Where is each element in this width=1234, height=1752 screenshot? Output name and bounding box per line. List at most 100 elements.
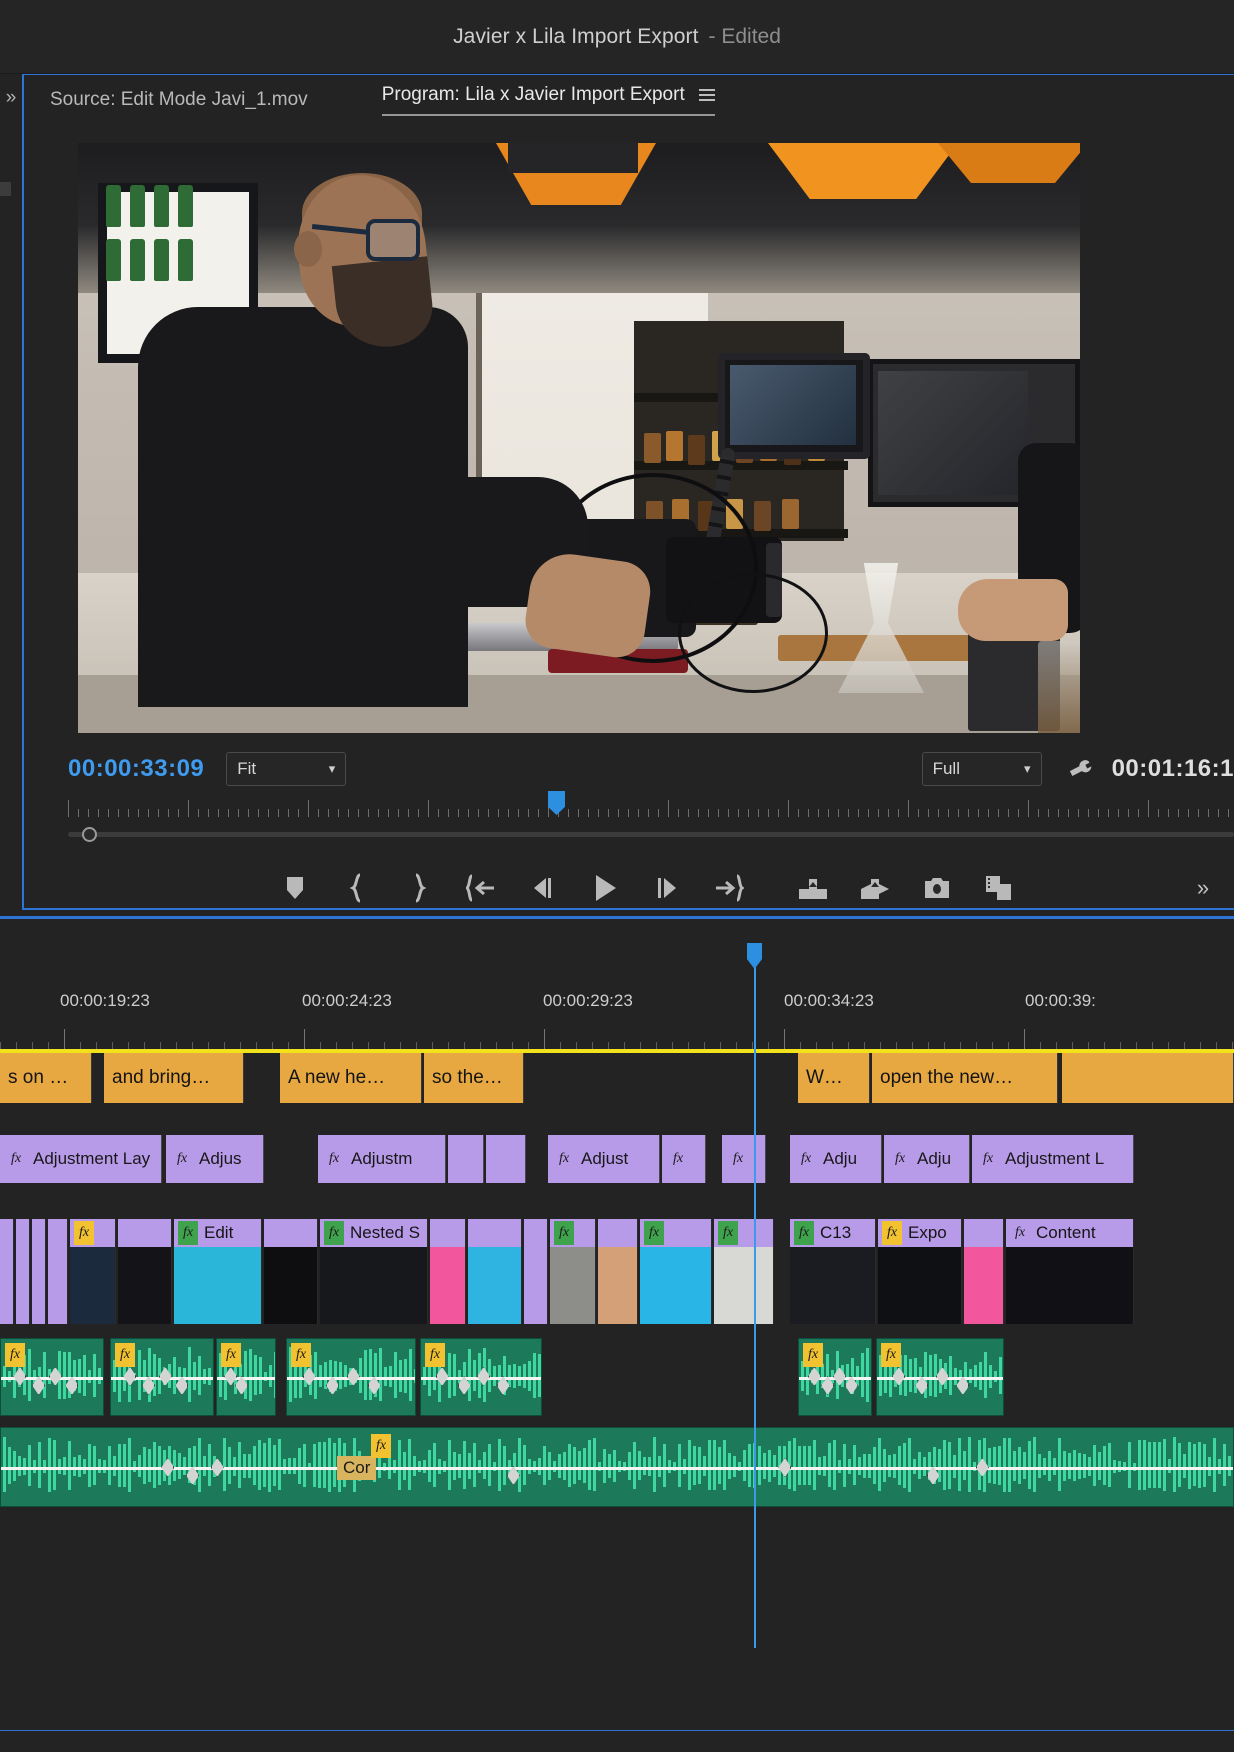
video-clip-header [598,1219,637,1247]
caption-clip-label: so the… [432,1067,503,1088]
adjustment-layer-clip[interactable]: fx Adju [884,1135,970,1183]
zoom-handle[interactable] [82,827,97,842]
program-video-frame[interactable] [78,143,1080,733]
video-clip-header: fx Expo [878,1219,961,1247]
wrench-icon[interactable] [1066,755,1094,783]
music-track[interactable]: Cor fx [0,1427,1234,1507]
video-clip[interactable] [598,1219,638,1324]
playback-resolution-select[interactable]: Full ▾ [921,752,1042,786]
mark-in-button[interactable] [326,865,388,911]
audio-clip[interactable]: fx [110,1338,214,1416]
video-clip[interactable] [48,1219,68,1324]
tab-program[interactable]: Program: Lila x Javier Import Export [381,84,715,116]
go-to-out-button[interactable] [698,865,760,911]
mark-out-button[interactable] [388,865,450,911]
audio-clip[interactable]: fx [876,1338,1004,1416]
hamburger-icon[interactable] [698,86,715,104]
adjustment-layer-clip[interactable]: fx Adjustment L [972,1135,1134,1183]
fx-badge-icon: fx [5,1343,25,1367]
video-clip[interactable]: fx [714,1219,774,1324]
step-back-button[interactable] [512,865,574,911]
music-clip[interactable]: Cor fx [0,1427,1234,1507]
video-clip[interactable]: fx Content [1006,1219,1134,1324]
video-clip[interactable] [16,1219,30,1324]
add-marker-button[interactable] [264,865,326,911]
caption-track[interactable]: s on … and bring… A new he… so the… W… open t… [0,1049,1234,1103]
video-clip-thumbnail [1006,1247,1133,1324]
lift-button[interactable] [782,865,844,911]
video-track[interactable]: fx fx Edit fx Nested Sfx fx fx fx C13 fx Expo fx Con… [0,1219,1234,1324]
video-clip[interactable]: fx Nested S [320,1219,428,1324]
adjustment-layer-clip[interactable]: fx [722,1135,766,1183]
audio-track[interactable]: fx fx fx fx fx fx fx [0,1338,1234,1416]
caption-clip[interactable]: W… [798,1053,870,1103]
video-clip[interactable] [32,1219,46,1324]
video-clip-label: Content [1036,1223,1096,1242]
tab-source[interactable]: Source: Edit Mode Javi_1.mov [50,89,308,111]
adjustment-clip-label: Adju [823,1149,858,1168]
audio-clip[interactable]: fx [0,1338,104,1416]
adjustment-layer-clip[interactable]: fx Adjustment Lay [0,1135,162,1183]
video-clip[interactable]: fx Edit [174,1219,262,1324]
chevron-double-right-icon[interactable]: » [0,88,22,107]
video-clip[interactable] [118,1219,172,1324]
video-clip[interactable]: fx [550,1219,596,1324]
export-frame-button[interactable] [906,865,968,911]
video-clip[interactable] [264,1219,318,1324]
video-clip[interactable] [964,1219,1004,1324]
video-clip-thumbnail [714,1247,773,1324]
caption-clip[interactable]: open the new… [872,1053,1058,1103]
duration-timecode[interactable]: 00:01:16:1 [1112,755,1234,783]
current-timecode[interactable]: 00:00:33:09 [68,755,204,783]
video-clip[interactable]: fx C13 [790,1219,876,1324]
adjustment-layer-clip[interactable]: fx Adjustm [318,1135,446,1183]
audio-level-line[interactable] [1,1467,1233,1470]
play-stop-button[interactable] [574,865,636,911]
adjustment-clip-label: Adjus [199,1149,242,1168]
transport-overflow-button[interactable]: » [1172,865,1234,911]
video-clip[interactable]: fx [640,1219,712,1324]
adjustment-layer-track[interactable]: fx Adjustment Lay fx Adjus fx Adjustm fx Adjust… [0,1135,1234,1183]
caption-clip[interactable]: and bring… [104,1053,244,1103]
fx-badge-icon: fx [796,1147,816,1171]
video-clip-thumbnail [70,1247,115,1324]
adjustment-layer-clip[interactable]: fx [662,1135,706,1183]
ruler-label: 00:00:24:23 [302,991,392,1010]
caption-clip[interactable]: so the… [424,1053,524,1103]
video-clip[interactable] [468,1219,522,1324]
timeline-playhead[interactable] [747,943,762,969]
comparison-view-button[interactable] [968,865,1030,911]
monitor-zoom-scrollbar[interactable] [68,823,1234,845]
adjustment-layer-clip[interactable] [448,1135,484,1183]
audio-clip[interactable]: fx [216,1338,276,1416]
fx-badge-icon: fx [74,1221,94,1245]
adjustment-layer-clip[interactable]: fx Adjust [548,1135,660,1183]
monitor-scrub-bar[interactable] [68,791,1234,821]
extract-button[interactable] [844,865,906,911]
audio-clip[interactable]: fx [420,1338,542,1416]
video-clip[interactable]: fx Expo [878,1219,962,1324]
video-clip[interactable]: fx [70,1219,116,1324]
caption-clip[interactable]: A new he… [280,1053,422,1103]
video-clip[interactable] [524,1219,548,1324]
caption-clip[interactable]: s on … [0,1053,92,1103]
video-clip-header [430,1219,465,1247]
audio-clip[interactable]: fx [286,1338,416,1416]
panel-stub[interactable] [0,182,11,196]
video-clip[interactable] [430,1219,466,1324]
fx-badge-icon: fx [794,1221,814,1245]
zoom-level-value: Fit [237,759,257,778]
audio-clip[interactable]: fx [798,1338,872,1416]
caption-clip[interactable] [1062,1053,1234,1103]
adjustment-layer-clip[interactable]: fx Adjus [166,1135,264,1183]
go-to-in-button[interactable] [450,865,512,911]
video-clip[interactable] [0,1219,14,1324]
fx-badge-icon: fx [115,1343,135,1367]
adjustment-layer-clip[interactable]: fx Adju [790,1135,882,1183]
video-clip-label: Nested S [350,1223,420,1242]
timeline-ruler[interactable]: 00:00:19:23 00:00:24:23 00:00:29:23 00:00:3… [0,991,1234,1049]
step-forward-button[interactable] [636,865,698,911]
caption-clip-label: A new he… [288,1067,386,1088]
adjustment-layer-clip[interactable] [486,1135,526,1183]
zoom-level-select[interactable]: Fit ▾ [226,752,347,786]
